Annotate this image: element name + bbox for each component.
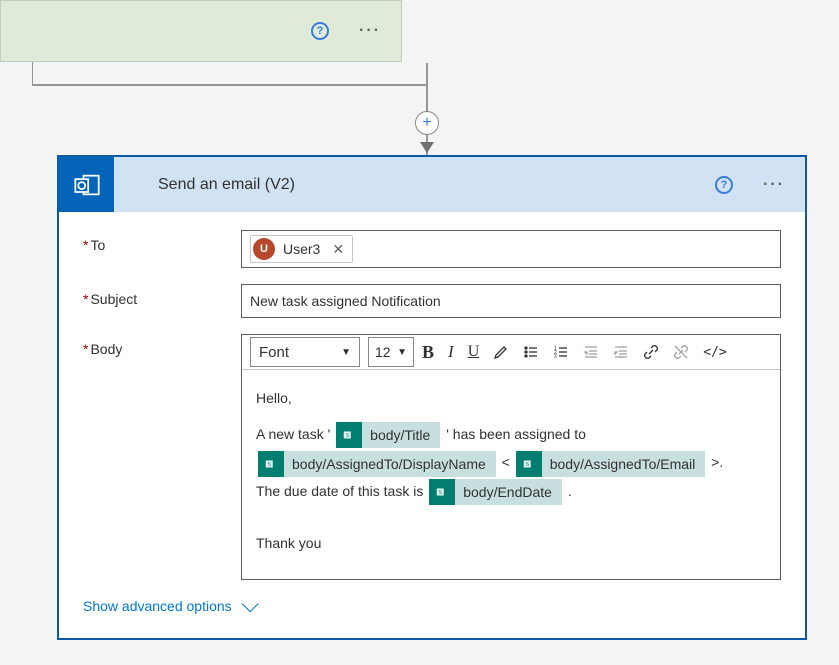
body-line: Thank you (256, 529, 766, 557)
dynamic-token-assignee-email[interactable]: S body/AssignedTo/Email (516, 451, 706, 477)
svg-text:3: 3 (554, 354, 557, 360)
code-view-button[interactable]: </> (697, 337, 732, 367)
avatar: U (253, 238, 275, 260)
arrow-icon (420, 142, 434, 153)
send-email-action-card: Send an email (V2) ? ··· *To U User3 ✕ *… (57, 155, 807, 640)
body-line: Hello, (256, 384, 766, 412)
outlook-icon (59, 157, 114, 212)
connector-line (32, 84, 427, 86)
brush-icon[interactable] (487, 337, 515, 367)
to-label: *To (83, 230, 241, 253)
outdent-icon[interactable] (577, 337, 605, 367)
help-icon[interactable]: ? (311, 22, 329, 40)
field-row-subject: *Subject New task assigned Notification (83, 284, 781, 318)
svg-text:S: S (346, 433, 350, 439)
more-icon[interactable]: ··· (763, 176, 785, 194)
more-icon[interactable]: ··· (359, 22, 381, 40)
underline-button[interactable]: U (462, 337, 486, 367)
indent-icon[interactable] (607, 337, 635, 367)
chevron-down-icon (241, 595, 258, 612)
rte-toolbar: Font▼ 12▼ B I U 123 (242, 335, 780, 370)
svg-text:S: S (268, 461, 272, 467)
field-row-to: *To U User3 ✕ (83, 230, 781, 268)
numbered-list-icon[interactable]: 123 (547, 337, 575, 367)
svg-text:S: S (525, 461, 529, 467)
card-header[interactable]: Send an email (V2) ? ··· (59, 157, 805, 212)
link-icon[interactable] (637, 337, 665, 367)
italic-button[interactable]: I (442, 337, 460, 367)
sharepoint-icon: S (429, 479, 455, 505)
connector-line (32, 62, 33, 85)
bullet-list-icon[interactable] (517, 337, 545, 367)
help-icon[interactable]: ? (715, 176, 733, 194)
recipient-name: User3 (283, 241, 320, 257)
subject-label: *Subject (83, 284, 241, 307)
dynamic-token-assignee-name[interactable]: S body/AssignedTo/DisplayName (258, 451, 496, 477)
svg-text:S: S (439, 490, 443, 496)
sharepoint-icon: S (336, 422, 362, 448)
sharepoint-icon: S (258, 451, 284, 477)
action-title: Send an email (V2) (144, 176, 685, 194)
recipient-chip[interactable]: U User3 ✕ (250, 235, 353, 263)
subject-input[interactable]: New task assigned Notification (241, 284, 781, 318)
subject-text: New task assigned Notification (250, 293, 441, 309)
previous-action-card[interactable]: ? ··· (0, 0, 402, 62)
remove-recipient-icon[interactable]: ✕ (332, 241, 344, 258)
body-line: S body/AssignedTo/DisplayName < S body/A… (256, 448, 766, 476)
sharepoint-icon: S (516, 451, 542, 477)
dynamic-token-title[interactable]: S body/Title (336, 422, 440, 448)
body-line: A new task ' S body/Title ' has been ass… (256, 420, 766, 448)
rich-text-editor: Font▼ 12▼ B I U 123 (241, 334, 781, 580)
show-advanced-options-link[interactable]: Show advanced options (83, 598, 254, 614)
insert-step-button[interactable]: + (415, 111, 439, 135)
field-row-body: *Body Font▼ 12▼ B I U (83, 334, 781, 580)
body-line: The due date of this task is S body/EndD… (256, 477, 766, 505)
bold-button[interactable]: B (416, 337, 440, 367)
body-editor[interactable]: Hello, A new task ' S body/Title ' has b… (242, 370, 780, 579)
to-input[interactable]: U User3 ✕ (241, 230, 781, 268)
font-select[interactable]: Font▼ (250, 337, 360, 367)
card-body: *To U User3 ✕ *Subject New task assigned… (59, 212, 805, 638)
body-label: *Body (83, 334, 241, 357)
unlink-icon[interactable] (667, 337, 695, 367)
dynamic-token-enddate[interactable]: S body/EndDate (429, 479, 562, 505)
font-size-select[interactable]: 12▼ (368, 337, 414, 367)
